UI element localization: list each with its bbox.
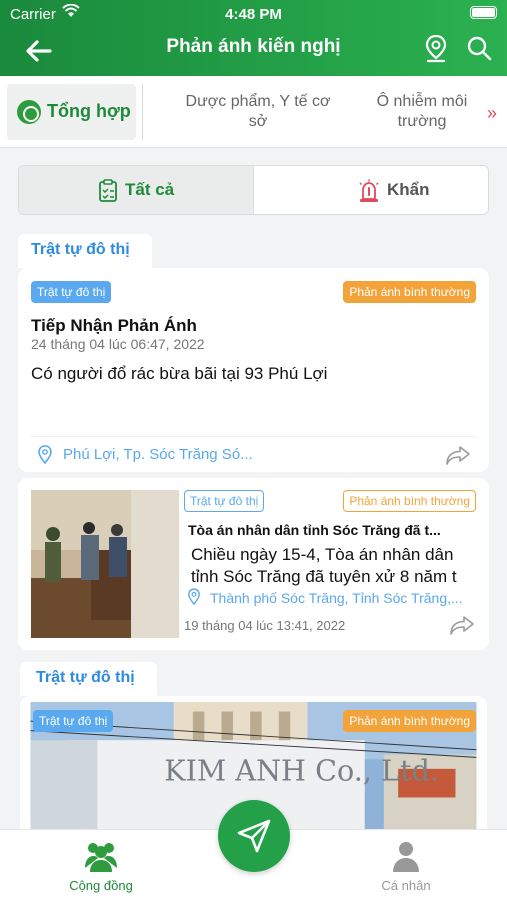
category-chip: Trật tự đô thị <box>31 281 112 303</box>
news-location: Thành phố Sóc Trăng, Tỉnh Sóc Trăng,... <box>210 590 463 606</box>
nav-bar: Phản ánh kiến nghị <box>0 28 507 76</box>
status-bar: Carrier 4:48 PM <box>0 0 507 28</box>
search-icon[interactable] <box>465 34 493 64</box>
segment-all-label: Tất cả <box>125 180 175 199</box>
news-card[interactable]: Trật tự đô thị Phản ánh bình thường Tòa … <box>18 478 489 650</box>
clock: 4:48 PM <box>225 6 282 23</box>
more-tabs-icon[interactable]: » <box>487 103 497 124</box>
tab-o-nhiem[interactable]: Ô nhiễm môi trường <box>352 92 492 132</box>
news-date: 19 tháng 04 lúc 13:41, 2022 <box>184 618 346 633</box>
category-tabs: Tổng hợp Dược phẩm, Y tế cơ sở Ô nhiễm m… <box>0 76 507 148</box>
tab-community-label: Cộng đồng <box>69 878 133 893</box>
category-chip: Trật tự đô thị <box>184 490 265 512</box>
tab-community[interactable]: Cộng đồng <box>41 838 161 893</box>
paper-plane-icon <box>237 819 271 853</box>
category-header-label: Trật tự đô thị <box>31 241 130 258</box>
segment-urgent-label: Khẩn <box>387 180 430 199</box>
divider <box>31 436 476 437</box>
tab-personal-label: Cá nhân <box>381 878 431 893</box>
tab-divider <box>142 84 143 140</box>
truck-brand-text: KIM ANH Co., Ltd. <box>164 753 439 787</box>
tab-duoc-pham[interactable]: Dược phẩm, Y tế cơ sở <box>178 92 338 132</box>
share-icon[interactable] <box>449 614 475 636</box>
app-logo-icon <box>17 100 41 124</box>
location-pin-icon <box>188 588 200 606</box>
segment-all[interactable]: Tất cả <box>19 166 254 214</box>
tab-tong-hop-label: Tổng hợp <box>47 101 131 121</box>
battery-icon <box>470 6 497 19</box>
send-report-button[interactable] <box>218 800 290 872</box>
app-header: Carrier 4:48 PM Phản ánh kiến nghị <box>0 0 507 76</box>
map-pin-icon[interactable] <box>423 34 449 64</box>
share-icon[interactable] <box>445 444 471 466</box>
category-chip: Trật tự đô thị <box>33 710 114 732</box>
status-chip: Phản ánh bình thường <box>343 710 476 732</box>
tab-personal[interactable]: Cá nhân <box>346 838 466 893</box>
report-location: Phú Lợi, Tp. Sóc Trăng Só... <box>63 446 253 463</box>
report-card[interactable]: Trật tự đô thị Phản ánh bình thường Tiếp… <box>18 268 489 472</box>
clipboard-icon <box>99 179 117 202</box>
status-chip: Phản ánh bình thường <box>343 281 476 303</box>
status-chip: Phản ánh bình thường <box>343 490 476 512</box>
segment-urgent[interactable]: Khẩn <box>255 166 488 214</box>
report-title: Tiếp Nhận Phản Ánh <box>31 316 197 335</box>
news-thumbnail <box>31 490 179 638</box>
community-icon <box>85 843 117 872</box>
news-body: Chiều ngày 15-4, Tòa án nhân dân tỉnh Só… <box>191 545 457 586</box>
category-header: Trật tự đô thị <box>18 234 152 268</box>
category-header-label: Trật tự đô thị <box>36 669 135 686</box>
report-date: 24 tháng 04 lúc 06:47, 2022 <box>31 336 205 352</box>
alarm-siren-icon <box>359 179 379 202</box>
filter-segment: Tất cả Khẩn <box>18 165 489 215</box>
report-body: Có người đổ rác bừa bãi tại 93 Phú Lợi <box>31 364 328 383</box>
category-header: Trật tự đô thị <box>20 662 157 696</box>
location-pin-icon <box>38 445 52 465</box>
news-title: Tòa án nhân dân tỉnh Sóc Trăng đã t... <box>188 522 441 538</box>
person-icon <box>393 842 419 872</box>
tab-tong-hop[interactable]: Tổng hợp <box>7 84 136 140</box>
